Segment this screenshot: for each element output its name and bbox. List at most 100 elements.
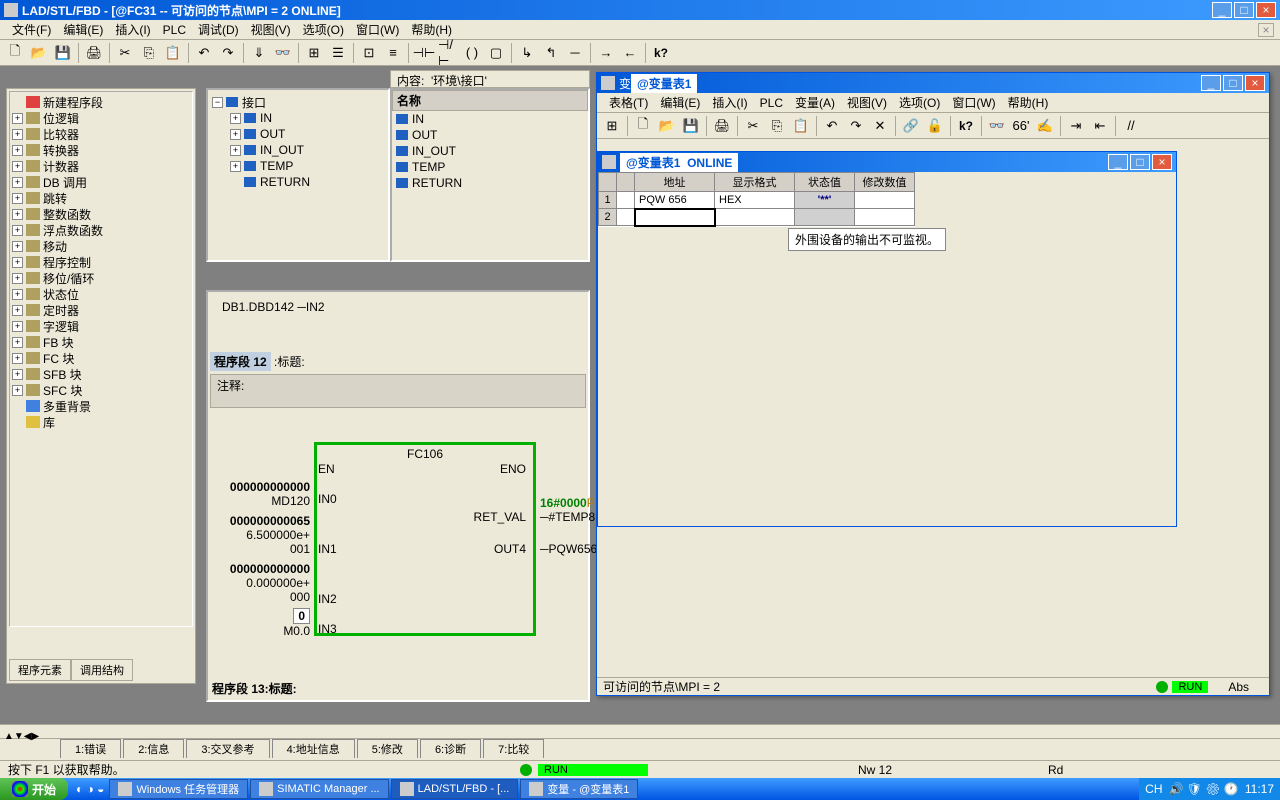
table-row[interactable]: 2 <box>599 209 915 226</box>
var-close-button[interactable]: × <box>1245 75 1265 91</box>
tree-item[interactable]: +计数器 <box>12 158 190 174</box>
taskbar-item[interactable]: SIMATIC Manager ... <box>250 779 389 799</box>
goto-button[interactable]: → <box>595 42 617 64</box>
variable-grid[interactable]: 地址显示格式状态值修改数值1PQW 656HEX'**'2 <box>598 172 915 227</box>
output-tab[interactable]: 1:错误 <box>60 739 121 758</box>
taskbar-item[interactable]: Windows 任务管理器 <box>109 779 248 799</box>
tree-item[interactable]: +SFC 块 <box>12 382 190 398</box>
branch-open-button[interactable]: ↳ <box>516 42 538 64</box>
tray-icons[interactable]: 🔊 🛡 ⚙ 🕐 <box>1169 782 1239 796</box>
maximize-button[interactable]: □ <box>1234 2 1254 18</box>
tree-item[interactable]: +DB 调用 <box>12 174 190 190</box>
coil-button[interactable]: ( ) <box>461 42 483 64</box>
var-open-button[interactable]: 📂 <box>656 115 678 137</box>
tree-item[interactable]: +整数函数 <box>12 206 190 222</box>
clock[interactable]: 11:17 <box>1245 782 1274 796</box>
var-new-button[interactable]: 🗋 <box>632 115 654 137</box>
tree-item[interactable]: +状态位 <box>12 286 190 302</box>
tree-item[interactable]: +比较器 <box>12 126 190 142</box>
var-modify-button[interactable]: ✍ <box>1034 115 1056 137</box>
tab-call-structure[interactable]: 调用结构 <box>71 659 133 681</box>
output-tab[interactable]: 5:修改 <box>357 739 418 758</box>
paste-button[interactable]: 📋 <box>162 42 184 64</box>
var-menu-变量(A)[interactable]: 变量(A) <box>789 94 841 111</box>
tree-item[interactable]: +SFB 块 <box>12 366 190 382</box>
monitor-button[interactable]: 👓 <box>272 42 294 64</box>
print-button[interactable]: 🖨 <box>83 42 105 64</box>
conn-button[interactable]: ─ <box>564 42 586 64</box>
var-stop-button[interactable]: // <box>1120 115 1142 137</box>
download-button[interactable]: ⇓ <box>248 42 270 64</box>
ladder-editor[interactable]: DB1.DBD142 ─IN2 程序段 12 :标题: 注释: FC106 EN… <box>206 290 590 702</box>
var-maximize-button[interactable]: □ <box>1223 75 1243 91</box>
menu-帮助(H)[interactable]: 帮助(H) <box>405 21 458 38</box>
contact-no-button[interactable]: ⊣⊢ <box>413 42 435 64</box>
var-inner-close[interactable]: × <box>1152 154 1172 170</box>
tree-item[interactable]: +跳转 <box>12 190 190 206</box>
taskbar-item[interactable]: LAD/STL/FBD - [... <box>391 779 519 799</box>
output-tab[interactable]: 2:信息 <box>123 739 184 758</box>
var-online-button[interactable]: 🔗 <box>900 115 922 137</box>
menu-选项(O)[interactable]: 选项(O) <box>297 21 350 38</box>
menu-插入(I)[interactable]: 插入(I) <box>109 21 156 38</box>
tree-item[interactable]: +定时器 <box>12 302 190 318</box>
var-glasses-button[interactable]: 👓 <box>986 115 1008 137</box>
start-button[interactable]: 开始 <box>0 778 68 800</box>
tree-item[interactable]: +FC 块 <box>12 350 190 366</box>
menu-调试(D)[interactable]: 调试(D) <box>192 21 245 38</box>
redo-button[interactable]: ↷ <box>217 42 239 64</box>
tree-item[interactable]: +FB 块 <box>12 334 190 350</box>
cut-button[interactable]: ✂ <box>114 42 136 64</box>
var-inner-maximize[interactable]: □ <box>1130 154 1150 170</box>
var-undo-button[interactable]: ↶ <box>821 115 843 137</box>
tree-item[interactable]: +浮点数函数 <box>12 222 190 238</box>
taskbar-item[interactable]: 变量 - @变量表1 <box>520 779 638 799</box>
var-unforce-button[interactable]: ⇤ <box>1089 115 1111 137</box>
menu-视图(V)[interactable]: 视图(V) <box>245 21 297 38</box>
tree-item[interactable]: +程序控制 <box>12 254 190 270</box>
close-button[interactable]: × <box>1256 2 1276 18</box>
var-save-button[interactable]: 💾 <box>680 115 702 137</box>
var-force-button[interactable]: ⇥ <box>1065 115 1087 137</box>
tree-item[interactable]: +位逻辑 <box>12 110 190 126</box>
new-button[interactable]: 🗋 <box>4 42 26 64</box>
undo-button[interactable]: ↶ <box>193 42 215 64</box>
tree-item[interactable]: 库 <box>12 414 190 430</box>
var-menu-插入(I)[interactable]: 插入(I) <box>706 94 753 111</box>
element-tree[interactable]: 新建程序段+位逻辑+比较器+转换器+计数器+DB 调用+跳转+整数函数+浮点数函… <box>9 91 193 627</box>
table-row[interactable]: 1PQW 656HEX'**' <box>599 192 915 209</box>
var-copy-button[interactable]: ⎘ <box>766 115 788 137</box>
var-menu-帮助(H)[interactable]: 帮助(H) <box>1002 94 1055 111</box>
tree-item[interactable]: +字逻辑 <box>12 318 190 334</box>
menu-文件(F)[interactable]: 文件(F) <box>6 21 57 38</box>
comment-button[interactable]: ≡ <box>382 42 404 64</box>
var-menu-视图(V)[interactable]: 视图(V) <box>841 94 893 111</box>
minimize-button[interactable]: _ <box>1212 2 1232 18</box>
branch-close-button[interactable]: ↰ <box>540 42 562 64</box>
var-print-button[interactable]: 🖨 <box>711 115 733 137</box>
detail-button[interactable]: ☰ <box>327 42 349 64</box>
var-help-button[interactable]: k? <box>955 115 977 137</box>
nw-button[interactable]: ⊡ <box>358 42 380 64</box>
var-menu-编辑(E)[interactable]: 编辑(E) <box>654 94 706 111</box>
save-button[interactable]: 💾 <box>52 42 74 64</box>
output-tab[interactable]: 7:比较 <box>483 739 544 758</box>
output-tab[interactable]: 6:诊断 <box>420 739 481 758</box>
var-monitor-button[interactable]: 66' <box>1010 115 1032 137</box>
var-enable-button[interactable]: 🔓 <box>924 115 946 137</box>
menu-编辑(E)[interactable]: 编辑(E) <box>57 21 109 38</box>
var-cross-button[interactable]: ✕ <box>869 115 891 137</box>
var-menu-PLC[interactable]: PLC <box>754 96 789 110</box>
var-inner-minimize[interactable]: _ <box>1108 154 1128 170</box>
interface-tree[interactable]: −接口+IN+OUT+IN_OUT+TEMP+RETURN <box>206 88 390 262</box>
contact-nc-button[interactable]: ⊣/⊢ <box>437 42 459 64</box>
var-minimize-button[interactable]: _ <box>1201 75 1221 91</box>
output-tab[interactable]: 4:地址信息 <box>272 739 355 758</box>
tree-item[interactable]: +移位/循环 <box>12 270 190 286</box>
tree-item[interactable]: +移动 <box>12 238 190 254</box>
output-tab[interactable]: 3:交叉参考 <box>186 739 269 758</box>
var-redo-button[interactable]: ↷ <box>845 115 867 137</box>
menu-PLC[interactable]: PLC <box>157 23 192 37</box>
var-menu-窗口(W)[interactable]: 窗口(W) <box>946 94 1001 111</box>
comment-box[interactable]: 注释: <box>210 374 586 408</box>
